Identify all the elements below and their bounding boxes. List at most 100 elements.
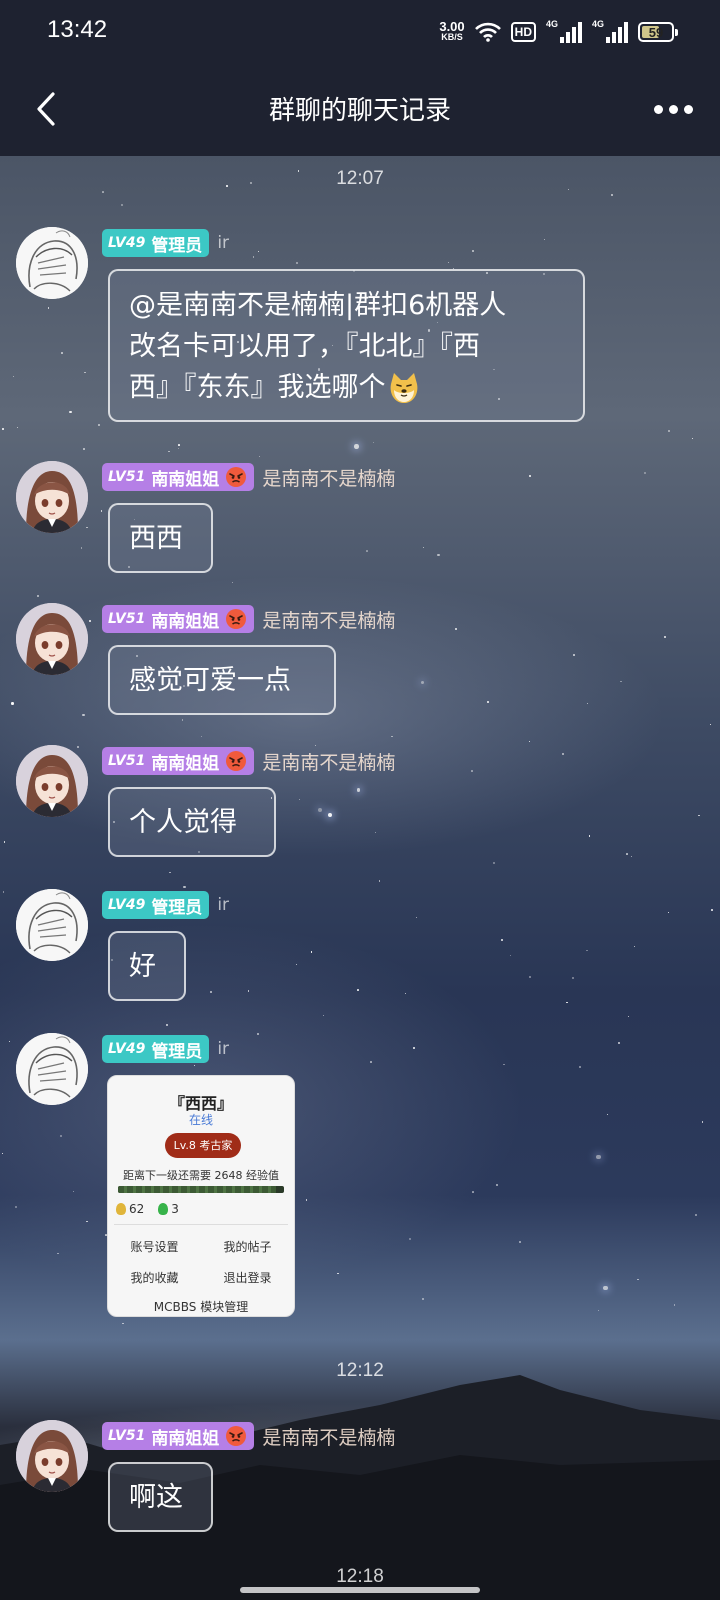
- star: [561, 752, 564, 755]
- sender-info: LV49 管理员 ir: [102, 891, 229, 919]
- message-text: 好: [129, 951, 156, 982]
- doge-emoji-icon: [386, 370, 422, 406]
- wifi-icon: [474, 22, 501, 42]
- divider: [114, 1224, 288, 1225]
- message-bubble[interactable]: 感觉可爱一点: [108, 645, 336, 715]
- avatar-image: [16, 603, 88, 675]
- star: [357, 989, 359, 991]
- star: [701, 1121, 704, 1123]
- star: [366, 550, 368, 552]
- avatar-image: [16, 889, 88, 961]
- timestamp: 12:07: [336, 168, 384, 189]
- star: [13, 375, 15, 377]
- member-badge: LV51 南南姐姐: [102, 605, 255, 633]
- role-label: 南南姐姐: [151, 611, 220, 632]
- avatar[interactable]: [16, 603, 88, 675]
- star: [626, 853, 628, 855]
- message-bubble[interactable]: @是南南不是楠楠|群扣6机器人 改名卡可以用了，『北北』『西 西』『东东』我选哪…: [108, 269, 585, 422]
- avatar[interactable]: [16, 461, 88, 533]
- avatar[interactable]: [16, 1420, 88, 1492]
- more-dot-icon: [683, 104, 693, 114]
- level-label: LV51: [108, 753, 146, 769]
- star: [596, 1155, 601, 1160]
- star: [296, 963, 298, 965]
- star: [518, 1240, 521, 1243]
- sender-info: LV49 管理员 ir: [102, 229, 229, 257]
- sender-info: LV51 南南姐姐 是南南不是楠楠: [102, 463, 395, 491]
- role-label: 管理员: [151, 897, 203, 918]
- title-bar: 群聊的聊天记录: [0, 62, 720, 156]
- home-indicator[interactable]: [240, 1587, 480, 1593]
- message-bubble[interactable]: 西西: [108, 503, 213, 573]
- star: [356, 788, 361, 792]
- level-label: LV49: [108, 1041, 146, 1057]
- star: [586, 949, 588, 951]
- star: [76, 745, 80, 748]
- message-bubble[interactable]: 好: [108, 931, 186, 1001]
- avatar-image: [16, 227, 88, 299]
- card-link-my-posts: 我的帖子: [223, 1240, 272, 1254]
- star: [82, 447, 85, 450]
- message-bubble[interactable]: 啊这: [108, 1462, 213, 1532]
- timestamp: 12:18: [336, 1566, 384, 1587]
- avatar[interactable]: [16, 1033, 88, 1105]
- gold-count: 62: [116, 1202, 144, 1216]
- card-link-account-settings: 账号设置: [130, 1240, 179, 1254]
- star: [97, 424, 100, 427]
- avatar[interactable]: [16, 745, 88, 817]
- card-level-badge: Lv.8 考古家: [165, 1133, 241, 1158]
- network-speed: 3.00 KB/S: [439, 19, 465, 43]
- star: [166, 1024, 168, 1026]
- status-time: 13:42: [47, 16, 108, 43]
- role-label: 南南姐姐: [151, 1428, 220, 1449]
- star: [178, 443, 180, 446]
- avatar[interactable]: [16, 227, 88, 299]
- sender-nickname: ir: [217, 233, 230, 253]
- sender-nickname: ir: [217, 1039, 230, 1059]
- star: [528, 740, 530, 742]
- angry-emoji-icon: [225, 1425, 247, 1447]
- star: [370, 1061, 372, 1063]
- avatar[interactable]: [16, 889, 88, 961]
- signal-icon-sim1: 4G: [546, 19, 582, 43]
- angry-emoji-icon: [225, 750, 247, 772]
- avatar-image: [16, 1033, 88, 1105]
- card-exp-bar: [118, 1186, 284, 1193]
- timestamp: 12:12: [336, 1360, 384, 1381]
- angry-emoji-icon: [225, 466, 247, 488]
- gem-value: 3: [171, 1202, 179, 1216]
- emerald-icon: [158, 1203, 169, 1215]
- level-label: LV51: [108, 611, 146, 627]
- sender-info: LV51 南南姐姐 是南南不是楠楠: [102, 605, 395, 633]
- image-message[interactable]: 『西西』 在线 Lv.8 考古家 距离下一级还需要 2648 经验值 62 3 …: [107, 1075, 295, 1317]
- card-menu: 账号设置 我的帖子 我的收藏 退出登录: [108, 1238, 294, 1286]
- star: [437, 553, 440, 557]
- star: [183, 885, 186, 889]
- star: [82, 713, 85, 717]
- sender-nickname: 是南南不是楠楠: [262, 467, 396, 490]
- gold-nugget-icon: [116, 1203, 126, 1215]
- member-badge: LV51 南南姐姐: [102, 1422, 255, 1450]
- star: [698, 814, 700, 816]
- sender-nickname: 是南南不是楠楠: [262, 1426, 396, 1449]
- card-exp-text: 距离下一级还需要 2648 经验值: [123, 1169, 279, 1182]
- star: [454, 627, 457, 630]
- more-options-button[interactable]: [648, 92, 698, 126]
- level-label: LV51: [108, 469, 146, 485]
- network-speed-value: 3.00: [439, 19, 465, 34]
- card-link-logout: 退出登录: [223, 1271, 272, 1285]
- more-dot-icon: [668, 104, 678, 114]
- message-text: 感觉可爱一点: [129, 665, 291, 696]
- member-badge: LV51 南南姐姐: [102, 747, 255, 775]
- message-bubble[interactable]: 个人觉得: [108, 787, 276, 857]
- star: [378, 879, 381, 882]
- battery-icon: 59: [638, 22, 678, 42]
- message-text: 西西: [129, 523, 183, 554]
- star: [471, 770, 473, 773]
- member-badge: LV49 管理员: [102, 891, 210, 919]
- star: [354, 443, 359, 449]
- gold-value: 62: [129, 1202, 145, 1216]
- angry-emoji-icon: [225, 608, 247, 630]
- role-label: 南南姐姐: [151, 469, 220, 490]
- card-status: 在线: [188, 1113, 213, 1127]
